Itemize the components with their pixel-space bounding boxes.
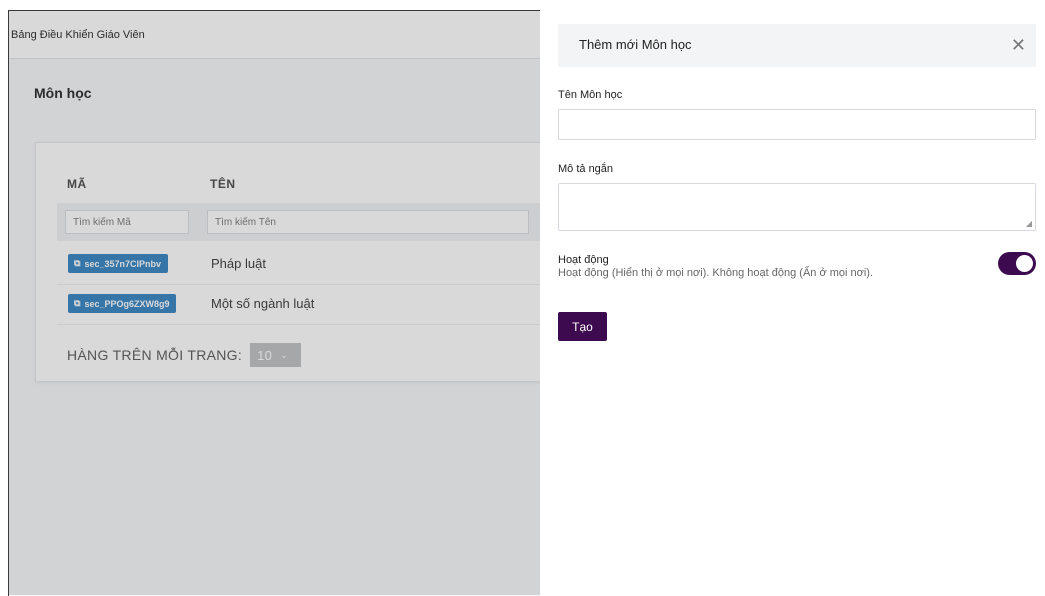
drawer-header: Thêm mới Môn học ✕	[558, 24, 1036, 67]
resize-handle-icon[interactable]: ◢	[1026, 219, 1032, 228]
active-description: Hoạt động (Hiển thị ở mọi nơi). Không ho…	[558, 267, 874, 279]
subject-name-label: Tên Môn học	[558, 89, 623, 101]
close-icon[interactable]: ✕	[1011, 36, 1026, 54]
active-label: Hoạt động	[558, 254, 609, 266]
toggle-knob	[1016, 255, 1033, 272]
short-description-textarea[interactable]: ◢	[558, 183, 1036, 231]
modal-backdrop[interactable]	[8, 10, 540, 595]
subject-name-input[interactable]	[558, 109, 1036, 140]
add-subject-drawer: Thêm mới Môn học ✕ Tên Môn học Mô tả ngắ…	[540, 10, 1045, 595]
drawer-title: Thêm mới Môn học	[579, 37, 692, 52]
active-toggle[interactable]	[998, 252, 1036, 275]
create-button[interactable]: Tạo	[558, 312, 607, 341]
screen: Bảng Điều Khiển Giáo Viên Môn học MÃ TÊN…	[0, 0, 1045, 596]
short-description-label: Mô tả ngắn	[558, 163, 614, 175]
